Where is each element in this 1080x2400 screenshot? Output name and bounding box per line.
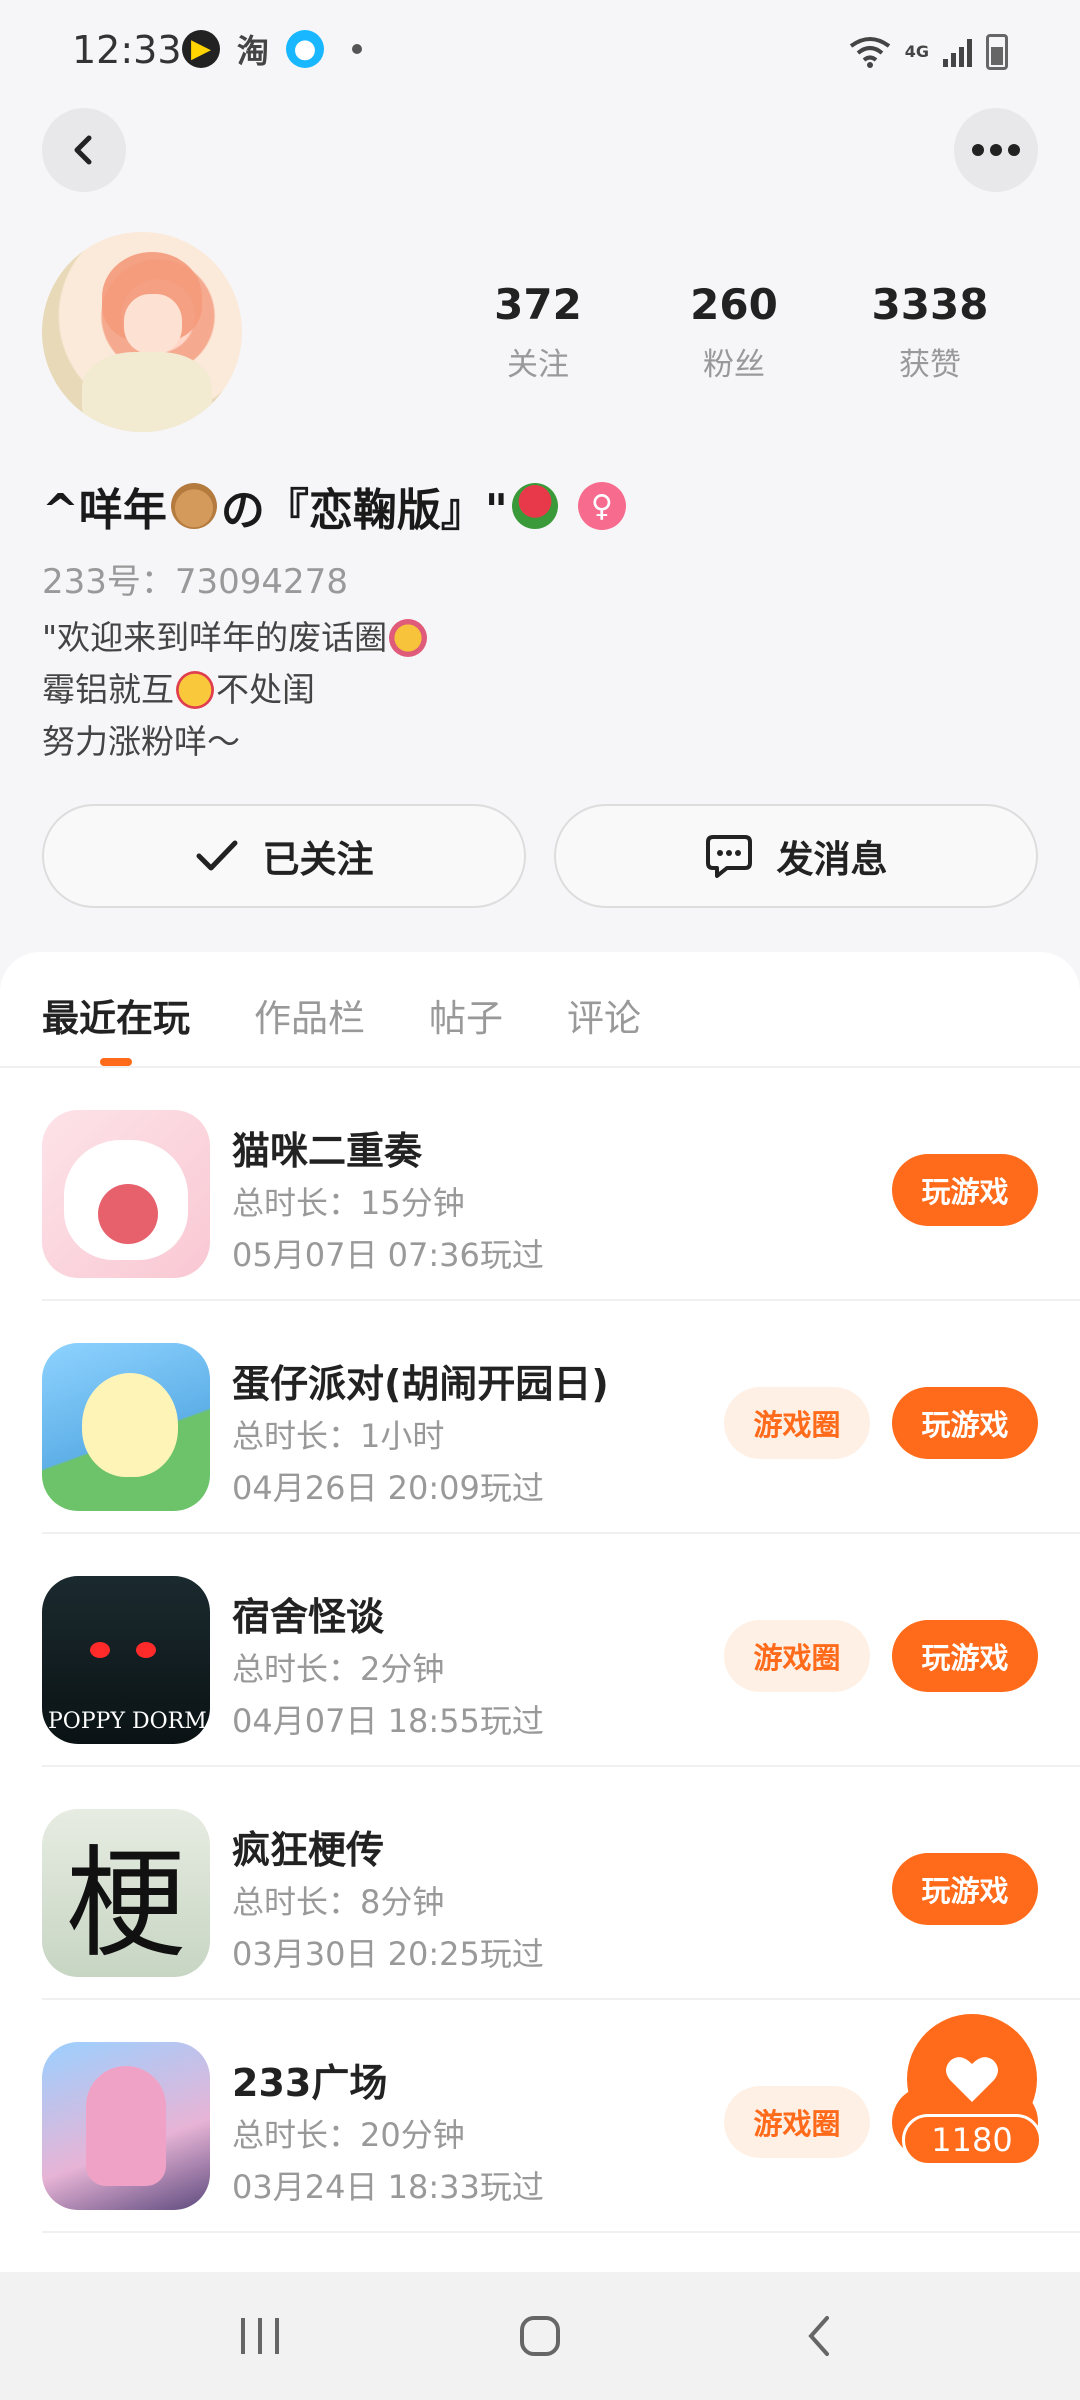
game-name: 宿舍怪谈 [232, 1595, 385, 1639]
following-button[interactable]: 已关注 [42, 804, 526, 908]
qq-icon: ● [286, 30, 324, 68]
status-time: 12:33 [72, 28, 182, 72]
stat-value: 372 [494, 280, 582, 329]
system-back-button[interactable] [775, 2291, 865, 2381]
bio-line: "欢迎来到咩年的废话圈 [42, 618, 388, 657]
status-bar: 12:33 ▶ 淘 ● 4G [0, 0, 1080, 110]
game-name: 猫咪二重奏 [232, 1129, 423, 1173]
tulip-emoji-icon [511, 483, 558, 529]
tab-works[interactable]: 作品栏 [254, 988, 365, 1042]
game-last-played: 03月30日 20:25玩过 [232, 1935, 544, 1973]
party-emoji-icon [389, 619, 428, 657]
like-count: 1180 [902, 2114, 1042, 2166]
network-type: 4G [904, 42, 929, 61]
game-name: 蛋仔派对(胡闹开园日) [232, 1362, 609, 1406]
stat-followers[interactable]: 260 粉丝 [636, 280, 832, 384]
taobao-icon: 淘 [236, 32, 269, 70]
stat-value: 3338 [871, 280, 989, 329]
game-last-played: 03月24日 18:33玩过 [232, 2168, 544, 2206]
play-game-button[interactable]: 玩游戏 [892, 1620, 1038, 1692]
game-last-played: 04月07日 18:55玩过 [232, 1702, 544, 1740]
stat-label: 获赞 [899, 347, 961, 383]
notification-dot-icon [352, 44, 362, 54]
game-row[interactable]: 梗 疯狂梗传 总时长：8分钟 03月30日 20:25玩过 玩游戏 [0, 1767, 1080, 2000]
bio-line: 霉铝就互 [42, 670, 174, 709]
game-circle-button[interactable]: 游戏圈 [724, 1620, 870, 1692]
bio-line: 努力涨粉咩～ [42, 722, 240, 761]
recent-apps-button[interactable] [215, 2291, 305, 2381]
game-last-played: 04月26日 20:09玩过 [232, 1469, 544, 1507]
stat-following[interactable]: 372 关注 [440, 280, 636, 384]
game-icon: POPPY DORM [42, 1576, 210, 1744]
play-game-button[interactable]: 玩游戏 [892, 1154, 1038, 1226]
tab-posts[interactable]: 帖子 [429, 988, 503, 1042]
heart-eyes-emoji-icon [176, 671, 214, 709]
game-duration: 总时长：20分钟 [232, 2116, 465, 2154]
signal-icon [943, 37, 972, 67]
heart-icon [946, 2057, 998, 2102]
game-circle-button[interactable]: 游戏圈 [724, 2086, 870, 2158]
tab-recently-played[interactable]: 最近在玩 [42, 988, 190, 1066]
game-row[interactable]: POPPY DORM 宿舍怪谈 总时长：2分钟 04月07日 18:55玩过 游… [0, 1534, 1080, 1767]
game-last-played: 05月07日 07:36玩过 [232, 1236, 544, 1274]
tab-bar: 最近在玩 作品栏 帖子 评论 [42, 988, 641, 1066]
back-button[interactable] [42, 108, 126, 192]
wifi-icon [849, 37, 890, 68]
following-label: 已关注 [262, 838, 374, 881]
home-button[interactable] [495, 2291, 585, 2381]
nickname-part1: ^咩年 [42, 485, 167, 536]
bio: "欢迎来到咩年的废话圈 霉铝就互 不处闺 努力涨粉咩～ [42, 612, 429, 768]
user-id: 233号：73094278 [42, 562, 348, 602]
game-icon [42, 1110, 210, 1278]
nickname: ^咩年 の『恋鞠版』" ♀ [42, 474, 626, 538]
checkmark-icon [196, 840, 237, 871]
profile-stats: 372 关注 260 粉丝 3338 获赞 [440, 280, 1028, 384]
game-duration: 总时长：1小时 [232, 1417, 445, 1455]
more-dots-icon [972, 144, 1020, 156]
stat-label: 关注 [507, 347, 569, 383]
play-game-button[interactable]: 玩游戏 [892, 1853, 1038, 1925]
bio-line: 不处闺 [216, 670, 315, 709]
game-icon-text: POPPY DORM [48, 1709, 207, 1734]
game-icon: 梗 [42, 1809, 210, 1977]
nickname-part2: の『恋鞠版』" [220, 485, 508, 536]
game-duration: 总时长：2分钟 [232, 1650, 445, 1688]
avatar[interactable] [42, 232, 242, 432]
stat-label: 粉丝 [703, 347, 765, 383]
home-icon [520, 2316, 560, 2356]
stat-likes[interactable]: 3338 获赞 [832, 280, 1028, 384]
game-duration: 总时长：15分钟 [232, 1184, 465, 1222]
chevron-left-icon [74, 135, 92, 165]
bear-emoji-icon [170, 483, 217, 529]
play-game-button[interactable]: 玩游戏 [892, 1387, 1038, 1459]
system-navigation-bar [0, 2272, 1080, 2400]
send-message-label: 发消息 [776, 838, 888, 881]
recent-apps-icon [241, 2318, 279, 2354]
game-name: 233广场 [232, 2061, 388, 2105]
video-app-icon: ▶ [182, 30, 220, 68]
game-row[interactable]: 蛋仔派对(胡闹开园日) 总时长：1小时 04月26日 20:09玩过 游戏圈 玩… [0, 1301, 1080, 1534]
more-button[interactable] [954, 108, 1038, 192]
back-arrow-icon [808, 2316, 829, 2356]
game-name: 疯狂梗传 [232, 1828, 385, 1872]
battery-icon [986, 34, 1008, 70]
stat-value: 260 [690, 280, 778, 329]
chat-bubble-icon [705, 835, 752, 878]
tab-comments[interactable]: 评论 [567, 988, 641, 1042]
game-icon [42, 1343, 210, 1511]
female-gender-icon: ♀ [577, 482, 626, 530]
send-message-button[interactable]: 发消息 [554, 804, 1038, 908]
game-row[interactable]: 猫咪二重奏 总时长：15分钟 05月07日 07:36玩过 玩游戏 [0, 1068, 1080, 1301]
game-duration: 总时长：8分钟 [232, 1883, 445, 1921]
game-circle-button[interactable]: 游戏圈 [724, 1387, 870, 1459]
game-icon [42, 2042, 210, 2210]
